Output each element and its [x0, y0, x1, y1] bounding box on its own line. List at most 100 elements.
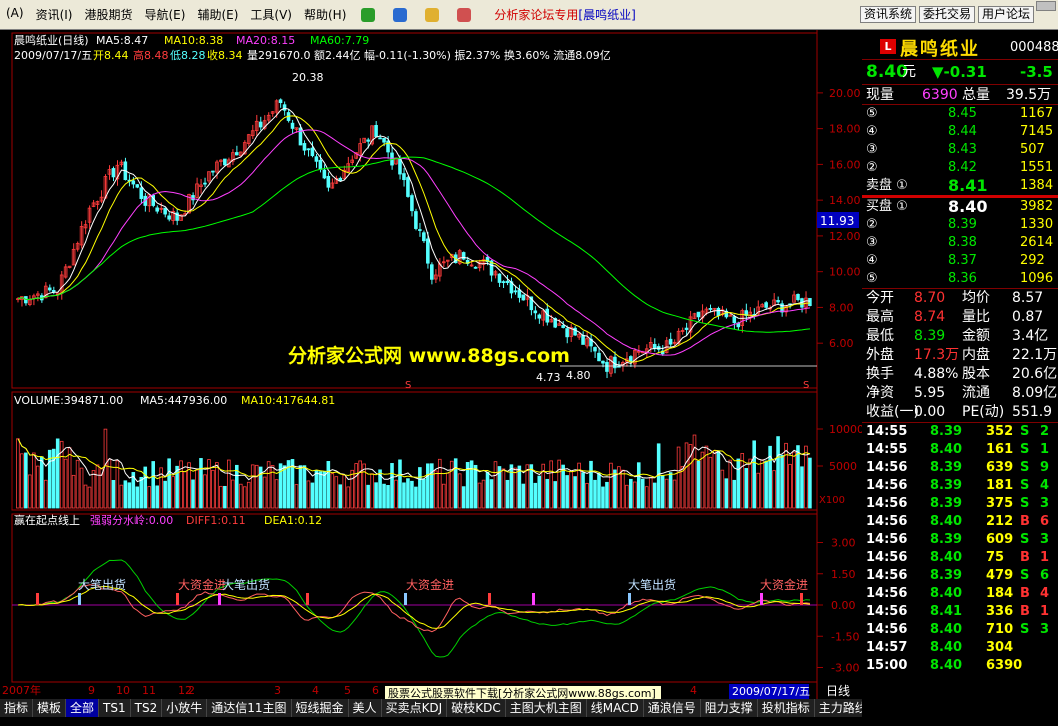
candle-body [533, 310, 538, 314]
indicator-tab-1[interactable]: 模板 [33, 699, 67, 717]
candle-body [430, 264, 434, 280]
stock-logo-icon: L [880, 39, 896, 54]
menu-item-4[interactable]: 辅助(E) [191, 6, 244, 23]
stat-key: 外盘 [866, 347, 894, 363]
menu-item-1[interactable]: 资讯(I) [30, 6, 79, 23]
candle-body [155, 207, 159, 212]
tick-count: 4 [1040, 478, 1050, 493]
menu-item-3[interactable]: 导航(E) [139, 6, 192, 23]
stats-row: 换手 4.88% 股本 20.6亿 [862, 365, 1058, 384]
indicator-tab-10[interactable]: 破枝KDC [447, 699, 506, 717]
indicator-tab-8[interactable]: 美人 [349, 699, 382, 717]
candle-body [398, 158, 402, 175]
indicator-tab-13[interactable]: 通浪信号 [644, 699, 701, 717]
volume-bar [593, 479, 597, 509]
indicator-tab-6[interactable]: 通达信11主图 [207, 699, 292, 717]
stat-value: 8.70 [914, 290, 946, 306]
volume-bar [39, 456, 44, 509]
volume-bar [660, 475, 665, 509]
volume-bar [800, 466, 804, 509]
ma-label-2: MA10:8.38 [164, 34, 223, 47]
ad-text: 股票公式股票软件下载[分析家公式网www.88gs.com] [388, 686, 656, 699]
tick-side: S [1020, 478, 1030, 493]
bids-level: ③ [866, 235, 878, 250]
tick-row: 14:56 8.40 184 B 4 [862, 585, 1058, 603]
candle-body [382, 137, 386, 143]
signal-marker-1: S [405, 380, 411, 391]
tick-time: 14:56 [866, 514, 908, 529]
volume-bar [561, 464, 565, 509]
indicator-tab-0[interactable]: 指标 [0, 699, 34, 717]
indicator-tab-4[interactable]: TS2 [131, 699, 163, 717]
asks-level: ② [866, 160, 878, 175]
toolbar-button-2[interactable]: 用户论坛 [977, 6, 1034, 23]
toolbar-button-1[interactable]: 委托交易 [918, 6, 975, 23]
indicator-label-b: DIFF1:0.11 [186, 514, 246, 527]
asks-level: ④ [866, 124, 878, 139]
candle-body [402, 173, 406, 181]
time-axis-month: 9 [88, 684, 95, 697]
price-axis-label: 8.00 [829, 301, 854, 314]
indicator-tab-7[interactable]: 短线掘金 [292, 699, 349, 717]
current-volume-label: 现量 [866, 87, 894, 103]
candle-body [668, 338, 673, 345]
indicator-tab-3[interactable]: TS1 [99, 699, 131, 717]
menu-item-2[interactable]: 港股期货 [78, 6, 138, 23]
signal-bar [760, 593, 763, 605]
stat-value: 17.3万 [914, 347, 960, 363]
indicator-tab-11[interactable]: 主图大机主图 [506, 699, 587, 717]
menu-item-5[interactable]: 工具(V) [244, 6, 298, 23]
price-axis-label: 12.00 [829, 230, 861, 243]
volume-bar [430, 463, 434, 509]
indicator-tab-15[interactable]: 投机指标 [758, 699, 815, 717]
volume-bar [461, 486, 466, 509]
volume-bar [402, 482, 406, 509]
indicator-tab-9[interactable]: 买卖点KDJ [382, 699, 448, 717]
date-box: 2009/07/17/五 [732, 685, 810, 698]
total-volume-label: 总量 [962, 87, 990, 103]
candle-body [796, 293, 800, 301]
indicator-tab-14[interactable]: 阻力支撑 [701, 699, 758, 717]
volume-bar [589, 460, 593, 509]
price-axis-label: 14.00 [829, 194, 861, 207]
asks-price: 8.41 [948, 176, 988, 195]
tick-row: 14:56 8.39 181 S 4 [862, 477, 1058, 495]
asks-price: 8.43 [948, 142, 977, 157]
asks-row: ④ 8.44 7145 [862, 123, 1058, 141]
candle-body [426, 238, 430, 264]
chart-area[interactable]: 20.0018.0016.0014.0012.0010.008.006.00晨鸣… [0, 30, 862, 699]
volume-bar [278, 463, 283, 509]
tick-time: 14:56 [866, 622, 908, 637]
globe-icon[interactable] [361, 7, 376, 22]
price-change: ▼-0.31 [932, 63, 987, 81]
tick-price: 8.40 [930, 442, 963, 457]
refresh-icon[interactable] [393, 7, 408, 22]
edit-icon[interactable] [425, 7, 440, 22]
time-axis-year: 2007年 [2, 683, 41, 697]
candle-body [290, 122, 295, 129]
candle-body [696, 311, 701, 318]
toolbar-button-0[interactable]: 资讯系统 [859, 6, 916, 23]
stat-value2: 0.87 [1012, 309, 1044, 325]
volume-bar [167, 458, 171, 509]
tick-price: 8.41 [930, 604, 963, 619]
volume-bar [24, 452, 28, 509]
menu-item-0[interactable]: (A) [0, 6, 30, 23]
indicator-tab-2[interactable]: 全部 [66, 699, 100, 717]
indicator-tab-12[interactable]: 线MACD [587, 699, 644, 717]
pen-icon[interactable] [457, 7, 472, 22]
tick-side: B [1020, 550, 1030, 565]
price-axis-label: 18.00 [829, 123, 861, 136]
volume-bar [605, 481, 609, 509]
volume-bar [426, 463, 430, 509]
tick-row: 14:56 8.40 710 S 3 [862, 621, 1058, 639]
signal-label-3: 大笔出货 [222, 577, 270, 592]
close-window-button[interactable] [1036, 1, 1056, 11]
tick-side: S [1020, 424, 1030, 439]
indicator-tab-5[interactable]: 小放牛 [162, 699, 208, 717]
tick-list: 14:55 8.39 352 S 2 14:55 8.40 161 S 1 14:56 8.39 639… [862, 422, 1058, 675]
menu-item-6[interactable]: 帮助(H) [298, 6, 352, 23]
asks-level: ③ [866, 142, 878, 157]
volume-bar [139, 476, 144, 509]
candle-body [505, 280, 510, 283]
